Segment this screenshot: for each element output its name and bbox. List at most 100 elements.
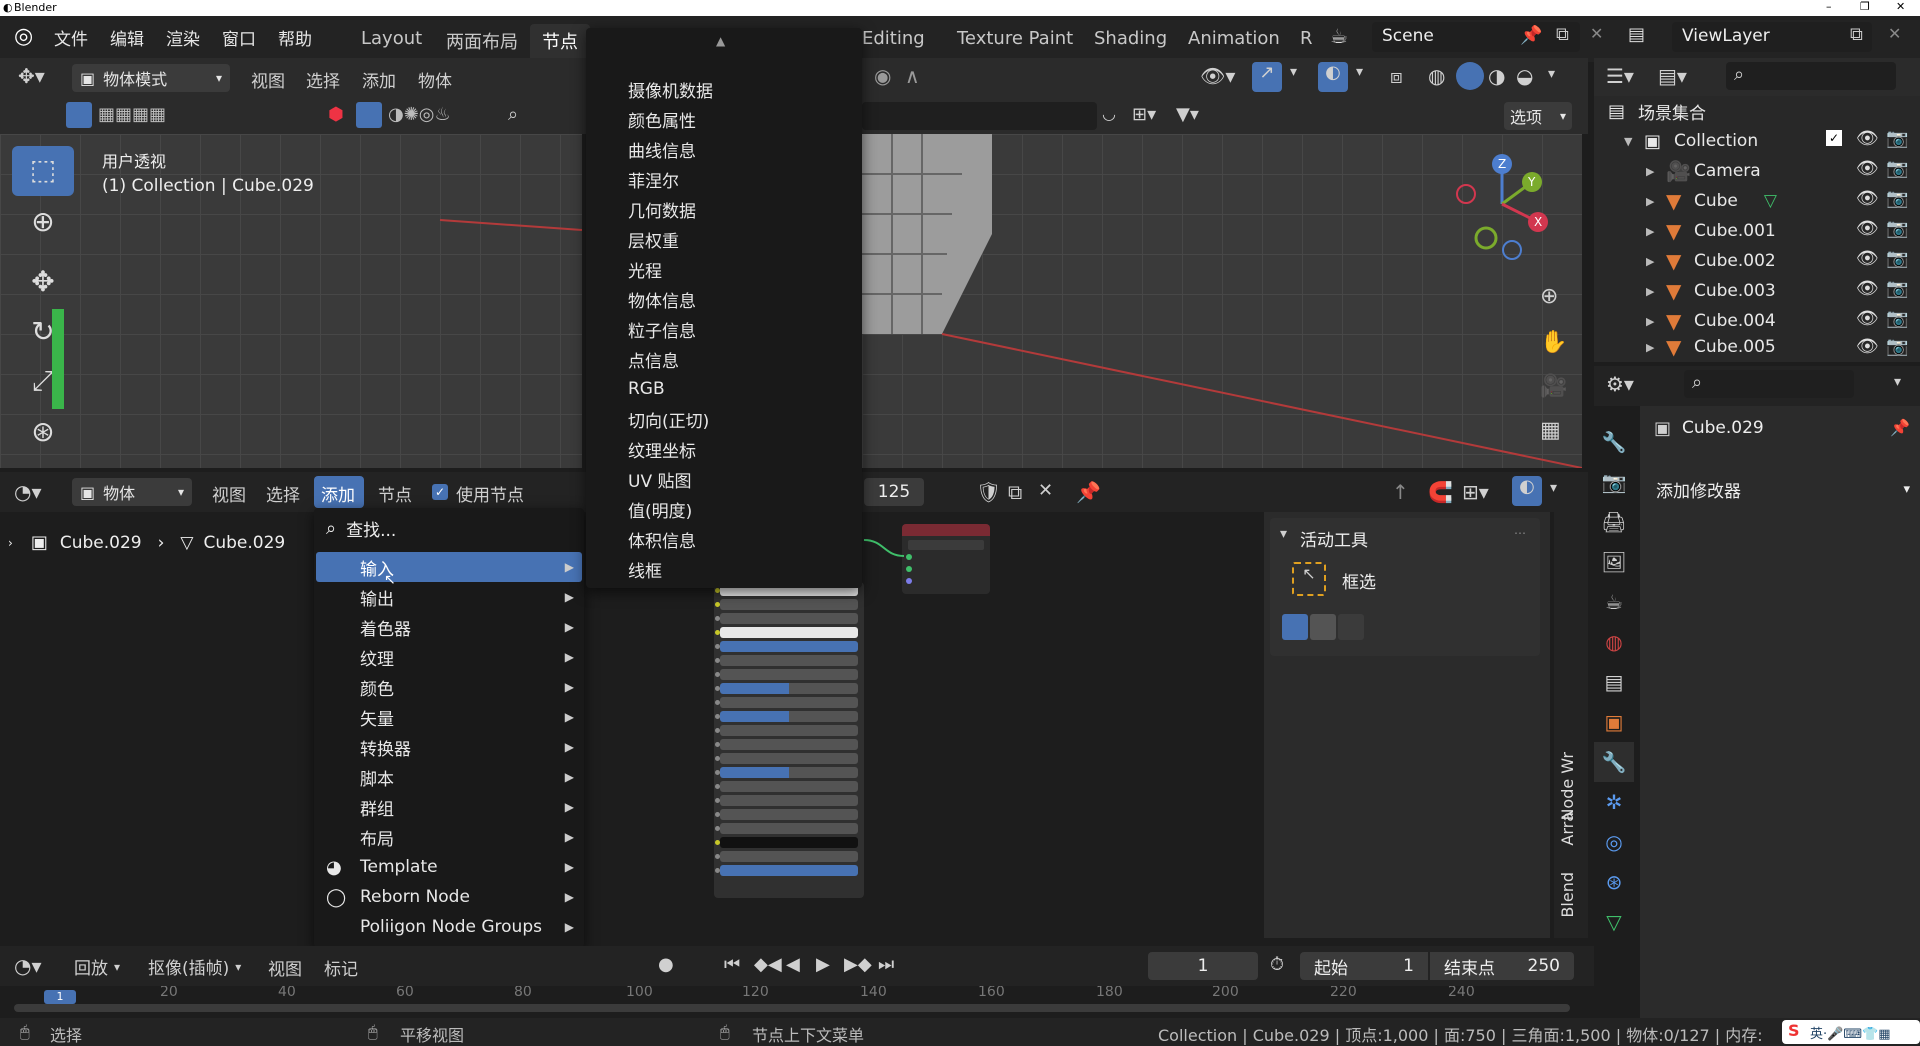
add-menu-search[interactable]: ⌕ 查找...	[326, 514, 396, 542]
delete-scene-icon[interactable]: ✕	[1590, 24, 1603, 43]
submenu-item-fresnel[interactable]: 菲涅尔	[586, 164, 862, 194]
render-camera-icon[interactable]: 📷	[1886, 218, 1908, 239]
breadcrumb-object[interactable]: Cube.029	[60, 533, 142, 553]
wireframe-shading-icon[interactable]: ◍	[1428, 64, 1445, 88]
proportional-edit-icon[interactable]: ◉	[874, 64, 891, 88]
render-camera-icon[interactable]: 📷	[1886, 128, 1908, 149]
keying-dropdown[interactable]: 抠像(插帧) ▾	[148, 954, 241, 979]
pin-icon[interactable]: 📌	[1890, 418, 1910, 437]
object-tab-icon[interactable]: ▣	[1594, 702, 1634, 742]
restore-icon[interactable]: ❐	[1860, 0, 1870, 13]
scene-tab-icon[interactable]: ☕	[1594, 582, 1634, 622]
new-scene-icon[interactable]: ⧉	[1556, 24, 1569, 45]
scene-selector[interactable]: Scene	[1372, 22, 1580, 52]
filter-dropdown-icon[interactable]: ◡	[1102, 104, 1116, 123]
new-viewlayer-icon[interactable]: ⧉	[1850, 24, 1863, 45]
expand-arrow-icon[interactable]: ▶	[1646, 315, 1666, 328]
scene-icon[interactable]: ☕	[1330, 24, 1348, 48]
submenu-item-camera-data[interactable]: 摄像机数据	[586, 74, 862, 104]
overlay-dropdown-icon[interactable]: ▾	[1356, 64, 1363, 80]
collection-tab-icon[interactable]: ▤	[1594, 662, 1634, 702]
view-layer-tab-icon[interactable]: 🖼	[1594, 542, 1634, 582]
expand-arrow-icon[interactable]: ▶	[1646, 165, 1666, 178]
add-menu-item-texture[interactable]: 纹理 ▶	[316, 642, 582, 672]
ortho-grid-icon[interactable]: ▦	[1540, 418, 1561, 443]
viewlayer-selector[interactable]: ViewLayer	[1672, 22, 1872, 52]
eye-icon[interactable]: 👁	[1856, 188, 1879, 209]
physics-tab-icon[interactable]: ◎	[1594, 822, 1634, 862]
tab-animation[interactable]: Animation	[1188, 28, 1280, 49]
expand-arrow-icon[interactable]: ▶	[1646, 225, 1666, 238]
tab-layout[interactable]: Layout	[361, 28, 422, 49]
minimize-icon[interactable]: –	[1826, 0, 1832, 13]
submenu-item-texture-coordinate[interactable]: 纹理坐标	[586, 434, 862, 464]
timeline-menu-view[interactable]: 视图	[268, 955, 302, 980]
zoom-icon[interactable]: ⊕	[1540, 284, 1558, 309]
drag-handle-icon[interactable]: ⋯	[1514, 526, 1526, 540]
ime-toolbar[interactable]: S 英·🎤⌨👕▦	[1782, 1020, 1920, 1044]
viewport-right-region[interactable]: Z Y X ⊕ ✋ 🎥 ▦	[862, 134, 1582, 468]
playhead[interactable]: 1	[44, 990, 76, 1004]
add-menu-item-template[interactable]: ◕ Template ▶	[316, 852, 582, 882]
outliner-search-field[interactable]: ⌕	[1726, 62, 1896, 90]
collapse-arrow-icon[interactable]: ▼	[1624, 135, 1644, 148]
output-tab-icon[interactable]: 🖨	[1594, 502, 1634, 542]
prev-keyframe-icon[interactable]: ◆◀	[754, 954, 782, 975]
submenu-item-geometry[interactable]: 几何数据	[586, 194, 862, 224]
render-camera-icon[interactable]: 📷	[1886, 248, 1908, 269]
pin-icon[interactable]: 📌	[1076, 480, 1101, 504]
particles-tab-icon[interactable]: ✲	[1594, 782, 1634, 822]
render-camera-icon[interactable]: 📷	[1886, 336, 1908, 357]
render-camera-icon[interactable]: 📷	[1886, 158, 1908, 179]
tab-more[interactable]: R	[1300, 28, 1313, 49]
box-select-tool-icon[interactable]: ↖	[1292, 562, 1326, 596]
eye-icon[interactable]: 👁	[1856, 278, 1879, 299]
tab-blend[interactable]: Blend	[1558, 872, 1577, 918]
submenu-item-wireframe[interactable]: 线框	[586, 554, 862, 584]
submenu-item-curve-info[interactable]: 曲线信息	[586, 134, 862, 164]
sort-icon[interactable]: ⊞▾	[1132, 104, 1156, 125]
viewport-menu-object[interactable]: 物体	[418, 67, 452, 92]
color-icon[interactable]: ⬢	[328, 104, 344, 125]
eye-icon[interactable]: 👁	[1856, 248, 1879, 269]
select-box-icon[interactable]	[66, 102, 92, 128]
add-menu-item-reborn-node[interactable]: ◯ Reborn Node ▶	[316, 882, 582, 912]
submenu-item-particle-info[interactable]: 粒子信息	[586, 314, 862, 344]
add-menu-item-color[interactable]: 颜色 ▶	[316, 672, 582, 702]
menu-help[interactable]: 帮助	[278, 25, 312, 50]
tab-node-wrangler[interactable]: Node Wr	[1558, 752, 1577, 821]
solid-shading-icon[interactable]	[1456, 62, 1484, 90]
node-menu-node[interactable]: 节点	[378, 481, 412, 506]
jump-start-icon[interactable]: ⏮	[724, 954, 740, 975]
overlay-dropdown-icon[interactable]: ▾	[1550, 480, 1557, 496]
outliner-row-cube002[interactable]: ▶ ▼ Cube.002	[1646, 246, 1776, 276]
tab-editing[interactable]: Editing	[862, 28, 925, 49]
menu-edit[interactable]: 编辑	[110, 25, 144, 50]
record-icon[interactable]: ●	[658, 954, 674, 975]
xray-icon[interactable]: ⧈	[1390, 64, 1403, 88]
parent-tree-icon[interactable]: ↑	[1392, 480, 1409, 504]
options-dropdown[interactable]: 选项 ▾	[1504, 102, 1572, 130]
add-menu-item-vector[interactable]: 矢量 ▶	[316, 702, 582, 732]
eye-icon[interactable]: 👁	[1856, 308, 1879, 329]
submenu-item-layer-weight[interactable]: 层权重	[586, 224, 862, 254]
play-icon[interactable]: ▶	[816, 954, 830, 975]
add-menu-item-poliigon[interactable]: Poliigon Node Groups ▶	[316, 912, 582, 942]
menu-render[interactable]: 渲染	[166, 25, 200, 50]
tab-texture-paint[interactable]: Texture Paint	[957, 28, 1073, 49]
viewport-left-region[interactable]: ⬚ ⊕ ✥ ↻ ⤢ ⊛ 用户透视 (1) Collection | Cube.0…	[0, 134, 582, 468]
funnel-icon[interactable]: ▼▾	[1176, 104, 1199, 125]
modifier-tab-icon[interactable]: 🔧	[1594, 742, 1634, 782]
submenu-item-uv-map[interactable]: UV 贴图	[586, 464, 862, 494]
submenu-item-light-path[interactable]: 光程	[586, 254, 862, 284]
playback-dropdown[interactable]: 回放 ▾	[74, 954, 120, 979]
play-reverse-icon[interactable]: ◀	[786, 954, 800, 975]
menu-file[interactable]: 文件	[54, 25, 88, 50]
target-dropdown[interactable]	[908, 540, 984, 550]
select-extend-icon[interactable]: ▦▦▦▦	[98, 104, 166, 125]
tab-nodes[interactable]: 节点	[530, 24, 590, 62]
navigation-gizmo[interactable]: Z Y X	[1452, 154, 1552, 264]
submenu-item-volume-info[interactable]: 体积信息	[586, 524, 862, 554]
render-camera-icon[interactable]: 📷	[1886, 278, 1908, 299]
timeline-type-icon[interactable]: ◔▾	[14, 954, 42, 978]
